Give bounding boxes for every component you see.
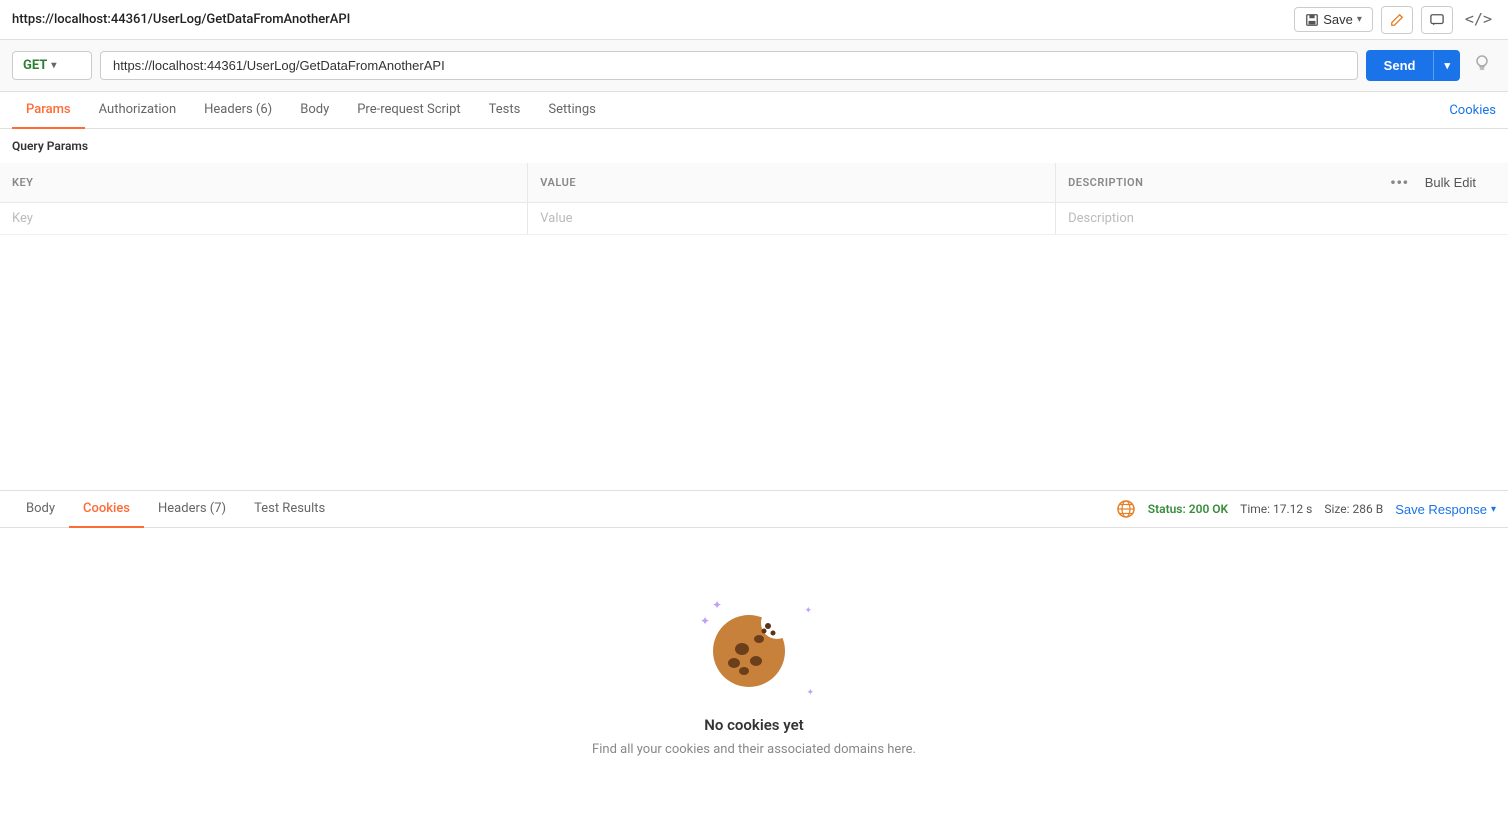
top-bar: https://localhost:44361/UserLog/GetDataF… [0,0,1508,40]
description-column-header: DESCRIPTION ••• Bulk Edit [1056,163,1508,203]
response-time: Time: 17.12 s [1240,502,1312,516]
status-badge: Status: 200 OK [1148,502,1228,516]
response-tab-body[interactable]: Body [12,491,69,528]
save-response-button[interactable]: Save Response ▾ [1395,502,1496,517]
top-bar-url: https://localhost:44361/UserLog/GetDataF… [12,12,350,27]
value-cell[interactable]: Value [528,203,1056,235]
response-tabs: Body Cookies Headers (7) Test Results St… [0,491,1508,528]
method-chevron-icon: ▾ [51,60,56,71]
tab-authorization[interactable]: Authorization [85,92,191,129]
sparkle-icon-1: ✦ [712,598,722,612]
query-params-section: Query Params KEY VALUE DESCRIPTION ••• B… [0,129,1508,235]
request-tabs: Params Authorization Headers (6) Body Pr… [0,92,1508,129]
tab-params[interactable]: Params [12,92,85,129]
save-icon [1305,13,1319,27]
sparkle-icon-4: ✦ [806,688,814,698]
edit-icon-button[interactable] [1381,6,1413,34]
lightbulb-icon [1474,54,1490,72]
description-cell[interactable]: Description [1056,203,1508,235]
tab-settings[interactable]: Settings [534,92,609,129]
sparkle-icon-3: ✦ [804,606,812,616]
tab-tests[interactable]: Tests [475,92,535,129]
response-size: Size: 286 B [1324,502,1383,516]
sparkle-icon-2: ✦ [700,614,710,628]
save-button[interactable]: Save ▾ [1294,7,1373,32]
code-icon-button[interactable]: </> [1461,6,1496,33]
no-cookies-description: Find all your cookies and their associat… [592,742,916,757]
response-tab-headers[interactable]: Headers (7) [144,491,240,528]
cookie-icon [704,601,794,691]
top-bar-actions: Save ▾ </> [1294,6,1496,34]
key-cell[interactable]: Key [0,203,528,235]
response-tab-testresults[interactable]: Test Results [240,491,339,528]
tab-body[interactable]: Body [286,92,343,129]
no-cookies-title: No cookies yet [704,716,803,734]
response-section: Body Cookies Headers (7) Test Results St… [0,490,1508,824]
lightbulb-button[interactable] [1468,50,1496,81]
tab-headers[interactable]: Headers (6) [190,92,286,129]
bulk-edit-button[interactable]: Bulk Edit [1417,171,1484,194]
tab-prerequest[interactable]: Pre-request Script [343,92,474,129]
table-row: Key Value Description [0,203,1508,235]
cookies-link[interactable]: Cookies [1449,93,1496,128]
params-table: KEY VALUE DESCRIPTION ••• Bulk Edit [0,163,1508,235]
url-input[interactable] [100,51,1358,80]
response-status-bar: Status: 200 OK Time: 17.12 s Size: 286 B… [1116,499,1496,519]
url-bar: GET ▾ Send ▾ [0,40,1508,92]
comment-icon [1430,13,1444,27]
method-selector[interactable]: GET ▾ [12,51,92,80]
value-column-header: VALUE [528,163,1056,203]
send-button[interactable]: Send ▾ [1366,50,1460,81]
cookie-illustration: ✦ ✦ ✦ ✦ [704,596,804,696]
response-tab-cookies[interactable]: Cookies [69,491,144,528]
pencil-icon [1390,13,1404,27]
comment-icon-button[interactable] [1421,6,1453,34]
key-column-header: KEY [0,163,528,203]
cookie-empty-state: ✦ ✦ ✦ ✦ No cookies yet [0,528,1508,824]
more-options-icon[interactable]: ••• [1390,173,1409,192]
network-icon [1116,499,1136,519]
table-actions: ••• Bulk Edit [1390,171,1496,194]
query-params-label: Query Params [0,129,1508,163]
